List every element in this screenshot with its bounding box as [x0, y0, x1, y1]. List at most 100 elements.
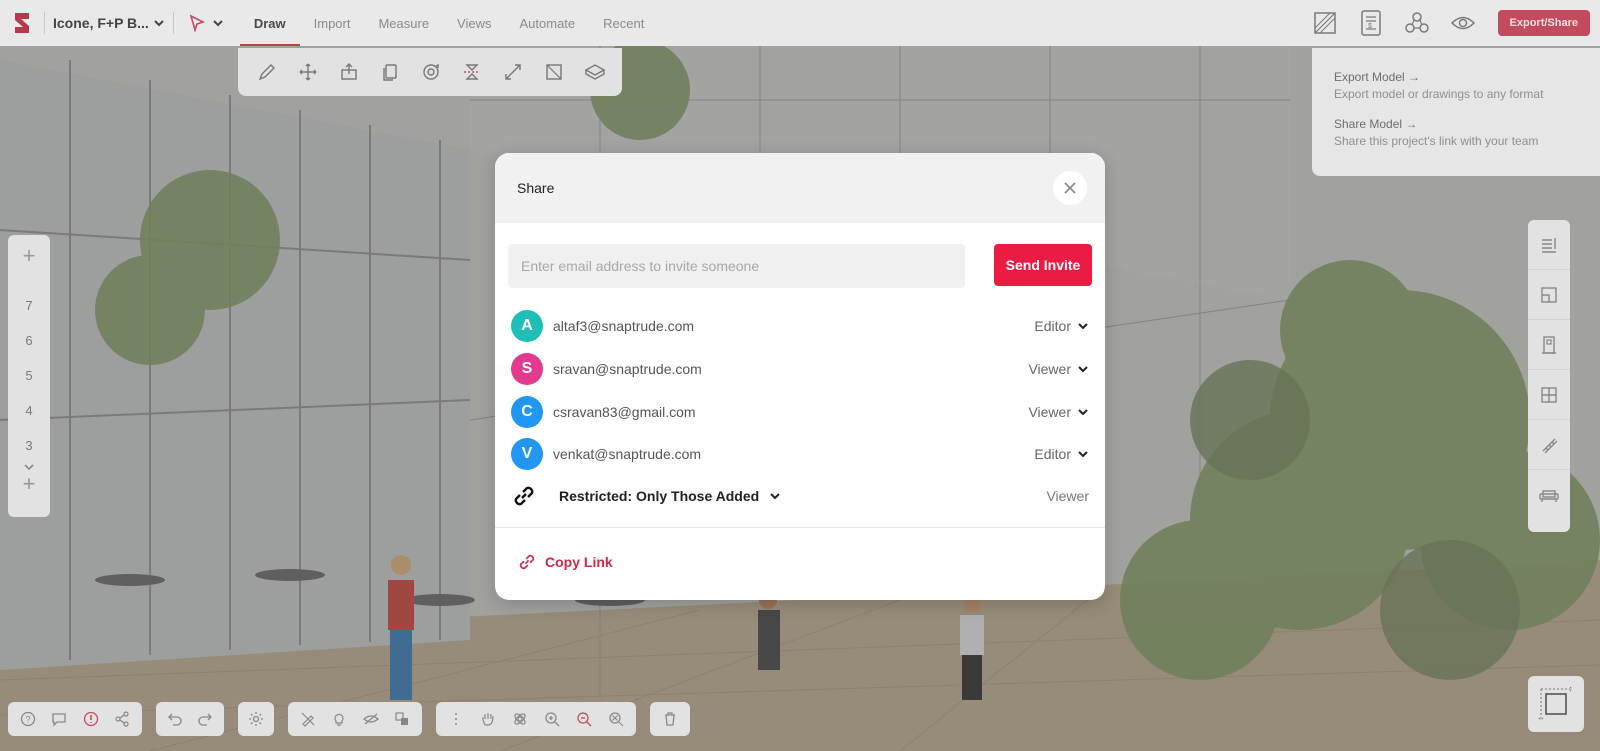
avatar: A — [511, 310, 543, 342]
flip-icon[interactable] — [451, 52, 492, 92]
share-model-description: Share this project's link with your team — [1334, 134, 1539, 148]
avatar: S — [511, 353, 543, 385]
furniture-sofa-icon[interactable] — [1528, 470, 1570, 520]
room-icon[interactable] — [1528, 270, 1570, 320]
share-nodes-icon[interactable] — [107, 704, 139, 734]
isolate-icon[interactable] — [387, 704, 419, 734]
top-bar: Icone, F+P B... Draw Import Measure View… — [0, 0, 1600, 46]
role-dropdown[interactable]: Viewer — [1028, 395, 1089, 429]
more-options-icon[interactable] — [440, 704, 472, 734]
chevron-down-icon — [1078, 323, 1088, 330]
share-dialog: Share Send Invite A altaf3@snaptrude.com… — [495, 153, 1105, 600]
share-model-option[interactable]: Share Model → Share this project's link … — [1334, 117, 1578, 148]
shared-user-row: S sravan@snaptrude.com Viewer — [511, 352, 1089, 386]
role-dropdown[interactable]: Editor — [1034, 437, 1089, 471]
user-email: sravan@snaptrude.com — [553, 361, 702, 377]
snaptrude-logo-icon[interactable] — [10, 10, 36, 36]
window-icon[interactable] — [1528, 370, 1570, 420]
chevron-down-icon — [1078, 366, 1088, 373]
export-model-option[interactable]: Export Model → Export model or drawings … — [1334, 70, 1578, 101]
divider — [44, 12, 45, 34]
project-name-dropdown[interactable]: Icone, F+P B... — [53, 15, 165, 31]
tab-views[interactable]: Views — [443, 0, 505, 46]
zoom-in-icon[interactable] — [536, 704, 568, 734]
top-right-tools: $ Export/Share — [1302, 0, 1600, 46]
role-dropdown[interactable]: Editor — [1034, 309, 1089, 343]
add-storey-top-button[interactable]: + — [8, 243, 50, 269]
paint-material-icon[interactable] — [574, 52, 615, 92]
undo-icon[interactable] — [160, 704, 190, 734]
shared-user-row: V venkat@snaptrude.com Editor — [511, 437, 1089, 471]
zoom-extents-icon[interactable] — [600, 704, 632, 734]
storey-level[interactable]: 4 — [8, 403, 50, 418]
add-storey-bottom-button[interactable]: + — [8, 471, 50, 497]
avatar: V — [511, 438, 543, 470]
tab-import[interactable]: Import — [300, 0, 365, 46]
minimap-toggle[interactable] — [1528, 676, 1584, 732]
invite-row: Send Invite — [508, 244, 1092, 288]
share-model-title: Share Model → — [1334, 117, 1418, 131]
share-dialog-title: Share — [517, 180, 555, 196]
storey-level[interactable]: 5 — [8, 368, 50, 383]
pencil-icon[interactable] — [246, 52, 287, 92]
copy-icon[interactable] — [369, 52, 410, 92]
copy-link-label: Copy Link — [545, 554, 613, 570]
scale-icon[interactable] — [492, 52, 533, 92]
storey-level[interactable]: 3 — [8, 438, 50, 453]
trash-icon[interactable] — [654, 704, 686, 734]
door-icon[interactable] — [1528, 320, 1570, 370]
cursor-arrow-icon — [189, 14, 205, 32]
link-icon — [519, 554, 535, 570]
avatar: C — [511, 396, 543, 428]
project-name: Icone, F+P B... — [53, 15, 149, 31]
role-label: Editor — [1034, 318, 1071, 334]
link-access-row: Restricted: Only Those Added Viewer — [511, 479, 1089, 513]
svg-text:?: ? — [25, 715, 30, 725]
tab-draw[interactable]: Draw — [239, 0, 300, 46]
redo-icon[interactable] — [190, 704, 220, 734]
plane-icon[interactable] — [533, 52, 574, 92]
link-access-role: Viewer — [1046, 488, 1089, 504]
draw-toolbar — [238, 48, 622, 96]
move-icon[interactable] — [287, 52, 328, 92]
invite-email-input[interactable] — [508, 244, 965, 288]
rotate-icon[interactable] — [410, 52, 451, 92]
storey-level[interactable]: 6 — [8, 333, 50, 348]
divider — [172, 12, 174, 34]
zoom-out-icon[interactable] — [568, 704, 600, 734]
tab-recent[interactable]: Recent — [589, 0, 658, 46]
push-pull-icon[interactable] — [328, 52, 369, 92]
collaborators-icon[interactable] — [1399, 5, 1435, 41]
visibility-pen-icon[interactable] — [292, 704, 324, 734]
user-email: csravan83@gmail.com — [553, 404, 696, 420]
role-label: Viewer — [1028, 404, 1071, 420]
export-share-button[interactable]: Export/Share — [1497, 10, 1590, 36]
link-access-dropdown[interactable]: Restricted: Only Those Added — [559, 488, 781, 504]
chevron-down-icon — [1078, 451, 1088, 458]
history-toolbar — [156, 702, 224, 736]
hide-icon[interactable] — [355, 704, 387, 734]
chat-icon[interactable] — [44, 704, 76, 734]
storey-level[interactable]: 7 — [8, 298, 50, 313]
alert-icon[interactable] — [75, 704, 107, 734]
help-icon[interactable]: ? — [12, 704, 44, 734]
link-icon — [514, 486, 534, 506]
lightbulb-icon[interactable] — [324, 704, 356, 734]
cost-report-icon[interactable]: $ — [1353, 5, 1389, 41]
settings-gear-icon[interactable] — [240, 704, 272, 734]
close-button[interactable] — [1053, 171, 1087, 205]
role-dropdown[interactable]: Viewer — [1028, 352, 1089, 386]
staircase-icon[interactable] — [1528, 420, 1570, 470]
tab-automate[interactable]: Automate — [506, 0, 590, 46]
properties-list-icon[interactable] — [1528, 220, 1570, 270]
copy-link-button[interactable]: Copy Link — [517, 552, 613, 572]
user-email: venkat@snaptrude.com — [553, 446, 702, 462]
send-invite-button[interactable]: Send Invite — [994, 244, 1092, 286]
orbit-icon[interactable] — [504, 704, 536, 734]
tab-measure[interactable]: Measure — [364, 0, 443, 46]
navigation-toolbar — [436, 702, 636, 736]
pan-hand-icon[interactable] — [472, 704, 504, 734]
sheets-icon[interactable] — [1307, 5, 1343, 41]
select-tool-dropdown[interactable] — [188, 14, 224, 32]
eye-view-icon[interactable] — [1445, 5, 1481, 41]
